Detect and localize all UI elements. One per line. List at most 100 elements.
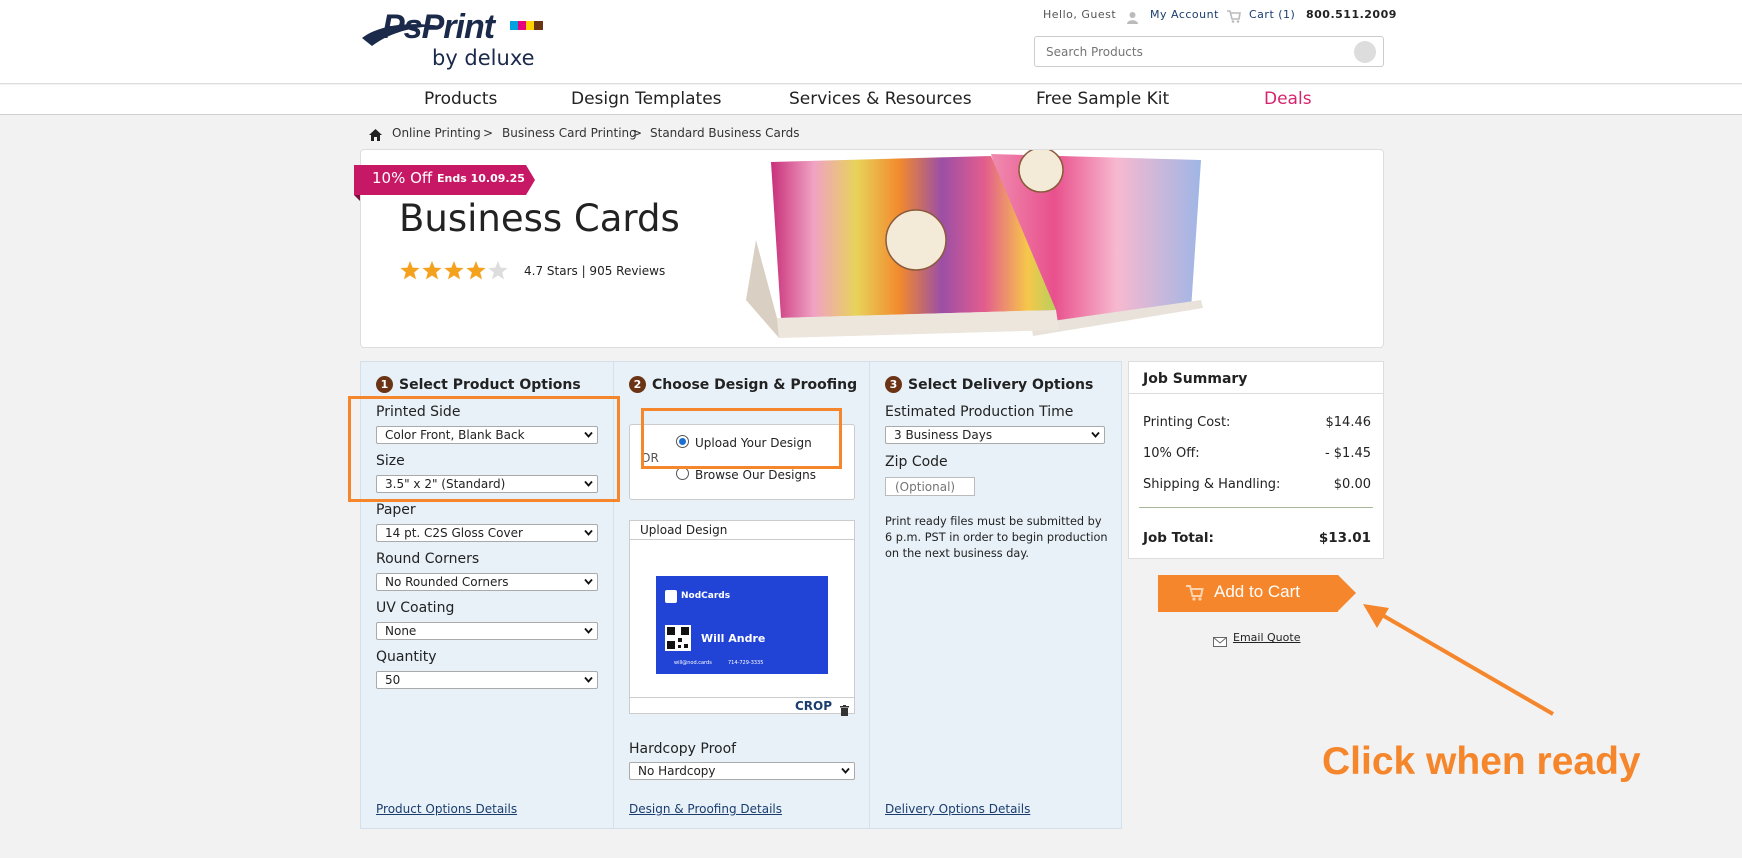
nav-deals[interactable]: Deals (1264, 89, 1312, 109)
upload-design-header: Upload Design (630, 521, 854, 540)
step3-title-text: Select Delivery Options (908, 377, 1094, 393)
printing-cost-label: Printing Cost: (1143, 415, 1231, 430)
logo-subtext: by deluxe (432, 46, 535, 70)
nav-products[interactable]: Products (424, 89, 497, 109)
total-divider (1139, 507, 1373, 508)
chevron-down-icon (584, 676, 593, 683)
promo-ribbon: 10% Off Ends 10.09.25 (354, 165, 535, 195)
card-name-text: Will Andre (701, 632, 766, 645)
phone-number: 800.511.2009 (1306, 8, 1397, 21)
main-nav: Products Design Templates Services & Res… (0, 85, 1742, 115)
card-email-text: will@nod.cards (674, 660, 712, 666)
uv-coating-value: None (385, 624, 417, 638)
hardcopy-proof-select[interactable]: No Hardcopy (629, 762, 855, 780)
add-to-cart-label: Add to Cart (1214, 582, 1300, 601)
breadcrumb-separator: > (483, 126, 494, 140)
uploaded-card-preview[interactable]: NodCards Will Andre will@nod.cards 714-7… (656, 576, 828, 674)
product-options-details-link[interactable]: Product Options Details (376, 802, 517, 816)
email-quote-link[interactable]: Email Quote (1233, 631, 1300, 644)
promo-end-date: Ends 10.09.25 (437, 172, 525, 185)
uv-coating-select[interactable]: None (376, 622, 598, 640)
browse-designs-option-label[interactable]: Browse Our Designs (695, 468, 816, 482)
production-note: Print ready files must be submitted by 6… (885, 515, 1108, 560)
discount-row: 10% Off: - $1.45 (1143, 446, 1371, 461)
card-phone-text: 714-729-3335 (728, 660, 764, 666)
highlight-box-upload-design (641, 408, 842, 469)
zip-code-input[interactable] (885, 477, 975, 496)
step2-title: 2 Choose Design & Proofing (629, 376, 857, 393)
job-summary-divider (1129, 393, 1383, 394)
step2-badge: 2 (629, 376, 646, 393)
step1-badge: 1 (376, 376, 393, 393)
cart-icon (1186, 585, 1204, 606)
chevron-down-icon (584, 578, 593, 585)
printing-cost-row: Printing Cost: $14.46 (1143, 415, 1371, 430)
breadcrumb-online-printing[interactable]: Online Printing (392, 126, 481, 140)
upload-design-box: Upload Design NodCards Will Andre will@n… (629, 520, 855, 716)
search-input[interactable] (1034, 36, 1384, 67)
site-header: PsPrint by deluxe Hello, Guest My Accoun… (0, 0, 1742, 84)
design-proofing-details-link[interactable]: Design & Proofing Details (629, 802, 782, 816)
step3-title: 3 Select Delivery Options (885, 376, 1093, 393)
step3-panel: 3 Select Delivery Options Estimated Produ… (869, 361, 1122, 829)
quantity-label: Quantity (376, 649, 437, 665)
paper-label: Paper (376, 502, 416, 518)
breadcrumb-current: Standard Business Cards (650, 126, 800, 140)
round-corners-value: No Rounded Corners (385, 575, 509, 589)
nav-design-templates[interactable]: Design Templates (571, 89, 722, 109)
shipping-row: Shipping & Handling: $0.00 (1143, 477, 1371, 492)
round-corners-label: Round Corners (376, 551, 480, 567)
quantity-select[interactable]: 50 (376, 671, 598, 689)
nav-free-sample-kit[interactable]: Free Sample Kit (1036, 89, 1169, 109)
annotation-arrow (1363, 604, 1555, 716)
step1-title-text: Select Product Options (399, 377, 581, 393)
paper-select[interactable]: 14 pt. C2S Gloss Cover (376, 524, 598, 542)
production-time-value: 3 Business Days (894, 428, 993, 442)
highlight-box-printed-side-size (348, 396, 620, 502)
shipping-label: Shipping & Handling: (1143, 477, 1281, 492)
crop-button[interactable]: CROP (795, 699, 832, 713)
quantity-value: 50 (385, 673, 401, 687)
zip-code-label: Zip Code (885, 454, 948, 470)
step1-title: 1 Select Product Options (376, 376, 581, 393)
add-to-cart-button[interactable]: Add to Cart (1158, 575, 1356, 612)
cart-icon (1227, 8, 1241, 27)
breadcrumb-business-card-printing[interactable]: Business Card Printing (502, 126, 637, 140)
uv-coating-label: UV Coating (376, 600, 455, 616)
chevron-down-icon (584, 627, 593, 634)
trash-icon[interactable] (840, 701, 849, 720)
logo-wordmark: PsPrint (382, 8, 495, 46)
callout-text: Click when ready (1322, 740, 1641, 783)
chevron-down-icon (1091, 431, 1100, 438)
my-account-link[interactable]: My Account (1150, 8, 1219, 21)
promo-ribbon-fold (354, 195, 360, 201)
production-time-select[interactable]: 3 Business Days (885, 426, 1105, 444)
email-icon (1213, 632, 1227, 651)
production-time-label: Estimated Production Time (885, 404, 1074, 420)
job-total-value: $13.01 (1318, 530, 1371, 546)
breadcrumb-separator: > (632, 126, 643, 140)
product-image (741, 150, 1301, 347)
step2-title-text: Choose Design & Proofing (652, 377, 858, 393)
cart-link[interactable]: Cart (1) (1249, 8, 1295, 21)
step3-badge: 3 (885, 376, 902, 393)
search-icon[interactable] (1354, 41, 1376, 63)
account-icon (1126, 9, 1139, 28)
nav-services-resources[interactable]: Services & Resources (789, 89, 972, 109)
greeting-text: Hello, Guest (1043, 8, 1117, 21)
hero-title: Business Cards (399, 197, 680, 240)
card-brand-text: NodCards (681, 591, 731, 601)
discount-label: 10% Off: (1143, 446, 1200, 461)
shipping-value: $0.00 (1333, 477, 1371, 492)
home-icon[interactable] (369, 126, 382, 145)
job-total-label: Job Total: (1143, 530, 1214, 546)
discount-value: - $1.45 (1324, 446, 1371, 461)
qr-code-icon (665, 625, 691, 651)
chevron-down-icon (841, 767, 850, 774)
round-corners-select[interactable]: No Rounded Corners (376, 573, 598, 591)
hardcopy-proof-label: Hardcopy Proof (629, 741, 737, 757)
delivery-options-details-link[interactable]: Delivery Options Details (885, 802, 1030, 816)
site-logo[interactable]: PsPrint by deluxe (360, 8, 566, 70)
rating-stars (400, 260, 508, 286)
rating-text[interactable]: 4.7 Stars | 905 Reviews (524, 264, 665, 278)
